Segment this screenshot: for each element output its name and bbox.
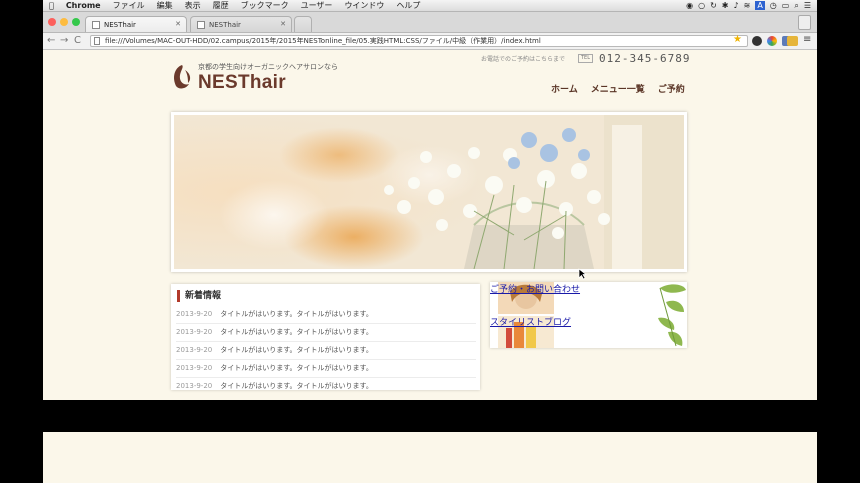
site-logo[interactable]: NESThair xyxy=(198,72,286,94)
web-page: 京都の学生向けオーガニックヘアサロンなら NESThair お電話でのご予約はこ… xyxy=(43,50,817,400)
forward-icon[interactable]: → xyxy=(60,34,68,48)
page-favicon-icon xyxy=(197,20,205,29)
site-tagline: 京都の学生向けオーガニックヘアサロンなら xyxy=(198,63,338,71)
phone-number: 012-345-6789 xyxy=(599,52,691,65)
page-gap xyxy=(43,400,817,431)
close-window-icon[interactable] xyxy=(48,18,56,26)
news-item[interactable]: 2013-9-20 タイトルがはいります。タイトルがはいります。 xyxy=(176,342,476,360)
menu-help[interactable]: ヘルプ xyxy=(390,0,426,11)
menu-view[interactable]: 表示 xyxy=(179,0,207,11)
list-icon[interactable]: ☰ xyxy=(804,1,811,10)
stylist-blog-link[interactable]: スタイリストブログ xyxy=(490,315,571,328)
extension-folder-icon[interactable] xyxy=(787,36,798,46)
tab-nesthair-active[interactable]: NESThair ✕ xyxy=(85,16,187,32)
menu-icon[interactable]: ≡ xyxy=(803,34,811,45)
new-tab-button[interactable] xyxy=(294,16,312,32)
extension-dark-icon[interactable] xyxy=(752,36,762,46)
news-title-text[interactable]: タイトルがはいります。タイトルがはいります。 xyxy=(220,310,373,318)
extension-color-icon[interactable] xyxy=(767,36,777,46)
sync-icon[interactable]: ↻ xyxy=(710,1,717,10)
menu-users[interactable]: ユーザー xyxy=(295,0,339,11)
tab-nesthair[interactable]: NESThair ✕ xyxy=(190,16,292,32)
search-icon[interactable]: ⌕ xyxy=(794,1,798,11)
news-item[interactable]: 2013-9-20 タイトルがはいります。タイトルがはいります。 xyxy=(176,306,476,324)
tab-label: NESThair xyxy=(104,20,136,29)
phone-note: お電話でのご予約はこちらまで xyxy=(481,56,566,63)
address-bar[interactable]: file:///Volumes/MAC-OUT-HDD/02.campus/20… xyxy=(90,35,748,47)
clock-icon[interactable]: ◷ xyxy=(770,1,777,10)
menu-edit[interactable]: 編集 xyxy=(151,0,179,11)
page-icon xyxy=(94,37,100,45)
news-heading: 新着情報 xyxy=(177,290,221,302)
news-date: 2013-9-20 xyxy=(176,310,213,318)
news-date: 2013-9-20 xyxy=(176,364,213,372)
reservation-contact-link[interactable]: ご予約・お問い合わせ xyxy=(490,282,580,295)
news-item[interactable]: 2013-9-20 タイトルがはいります。タイトルがはいります。 xyxy=(176,324,476,342)
news-date: 2013-9-20 xyxy=(176,346,213,354)
menu-window[interactable]: ウインドウ xyxy=(338,0,390,11)
record-icon[interactable]: ◉ xyxy=(686,1,693,10)
news-item[interactable]: 2013-9-20 タイトルがはいります。タイトルがはいります。 xyxy=(176,360,476,378)
hero-flower-photo xyxy=(174,115,684,269)
circle-icon[interactable]: ○ xyxy=(698,1,705,10)
news-box: 新着情報 2013-9-20 タイトルがはいります。タイトルがはいります。 20… xyxy=(171,284,480,390)
profile-icon[interactable] xyxy=(798,15,811,30)
news-item[interactable]: 2013-9-20 タイトルがはいります。タイトルがはいります。 xyxy=(176,378,476,390)
news-title-text[interactable]: タイトルがはいります。タイトルがはいります。 xyxy=(220,382,373,390)
news-date: 2013-9-20 xyxy=(176,382,213,390)
battery-icon[interactable]: ▭ xyxy=(782,1,790,10)
zoom-window-icon[interactable] xyxy=(72,18,80,26)
menu-bookmarks[interactable]: ブックマーク xyxy=(235,0,295,11)
tel-badge: TEL xyxy=(578,54,593,63)
web-page-lower xyxy=(43,432,817,483)
news-title-text[interactable]: タイトルがはいります。タイトルがはいります。 xyxy=(220,328,373,336)
wifi-icon[interactable]: ≋ xyxy=(744,1,751,10)
logo-leaf-icon xyxy=(174,65,191,89)
status-icons: ◉ ○ ↻ ✱ ♪ ≋ A ◷ ▭ ⌕ ☰ xyxy=(686,1,817,11)
bluetooth-icon[interactable]: ✱ xyxy=(722,1,729,10)
side-banners: ご予約・お問い合わせ スタイリストブログ xyxy=(490,282,687,348)
minimize-window-icon[interactable] xyxy=(60,18,68,26)
nav-home[interactable]: ホーム xyxy=(551,82,578,95)
news-title-text[interactable]: タイトルがはいります。タイトルがはいります。 xyxy=(220,364,373,372)
browser-toolbar: ← → C file:///Volumes/MAC-OUT-HDD/02.cam… xyxy=(43,33,817,50)
page-favicon-icon xyxy=(92,20,100,29)
mouse-cursor-icon xyxy=(578,268,587,280)
bookmark-star-icon[interactable]: ★ xyxy=(733,34,742,45)
close-tab-icon[interactable]: ✕ xyxy=(175,20,181,28)
menu-file[interactable]: ファイル xyxy=(107,0,151,11)
news-date: 2013-9-20 xyxy=(176,328,213,336)
back-icon[interactable]: ← xyxy=(47,34,55,48)
address-url: file:///Volumes/MAC-OUT-HDD/02.campus/20… xyxy=(105,37,541,45)
news-title-text[interactable]: タイトルがはいります。タイトルがはいります。 xyxy=(220,346,373,354)
reload-icon[interactable]: C xyxy=(74,34,81,48)
global-nav: ホーム メニュー一覧 ご予約 xyxy=(551,82,685,95)
input-icon[interactable]: A xyxy=(755,1,765,10)
menu-history[interactable]: 履歴 xyxy=(207,0,235,11)
volume-icon[interactable]: ♪ xyxy=(734,1,739,10)
apple-icon[interactable]:  xyxy=(43,0,60,11)
hero-image xyxy=(171,112,687,272)
tab-strip: NESThair ✕ NESThair ✕ xyxy=(43,12,817,33)
tab-label: NESThair xyxy=(209,20,241,29)
close-tab-icon[interactable]: ✕ xyxy=(280,20,286,28)
mac-menubar:  Chrome ファイル 編集 表示 履歴 ブックマーク ユーザー ウインドウ… xyxy=(43,0,817,12)
nav-reservation[interactable]: ご予約 xyxy=(658,82,685,95)
nav-menu-list[interactable]: メニュー一覧 xyxy=(591,82,645,95)
menu-app-name[interactable]: Chrome xyxy=(60,0,107,11)
